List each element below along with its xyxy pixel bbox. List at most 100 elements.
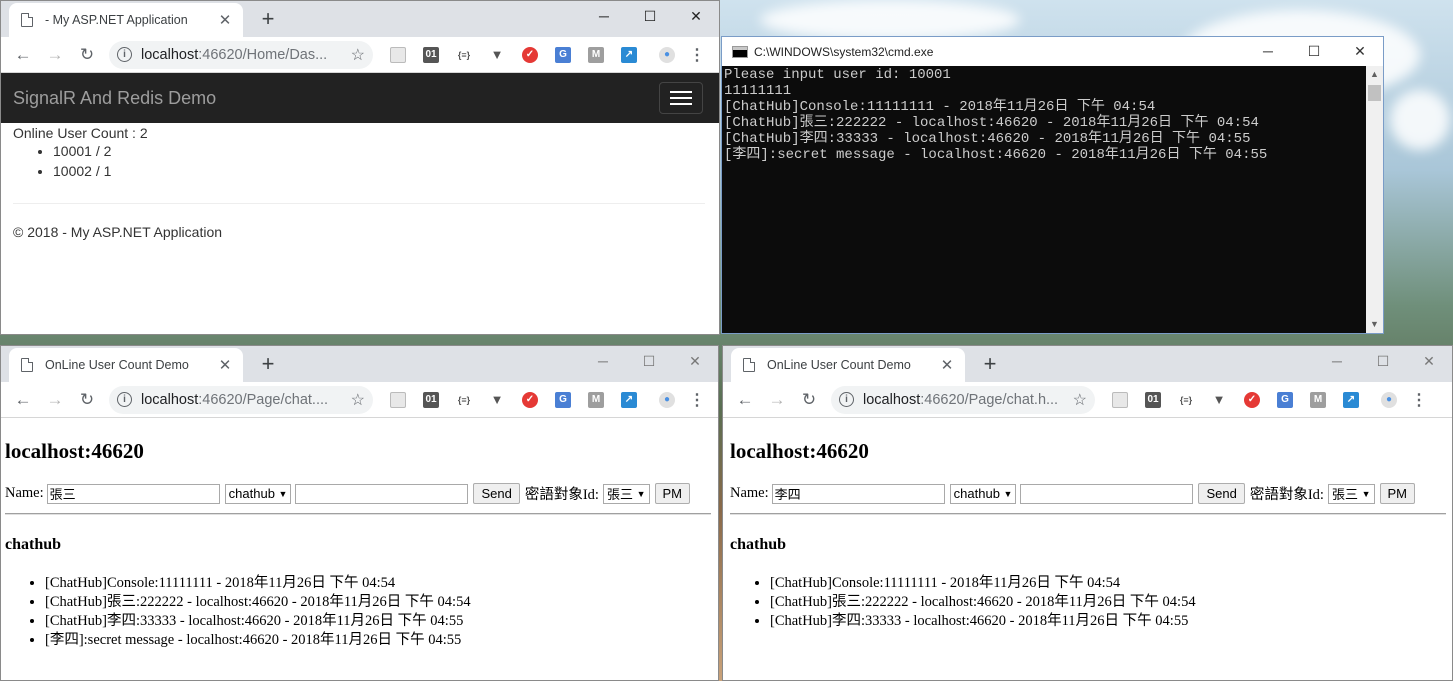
extension-json-icon[interactable]: {≡} [456, 47, 472, 63]
reload-icon[interactable]: ↻ [793, 390, 825, 410]
brand-link[interactable]: SignalR And Redis Demo [13, 88, 216, 109]
address-bar[interactable]: i localhost:46620/Page/chat.h... ☆ [831, 385, 1095, 414]
message-input[interactable] [295, 483, 469, 504]
extension-check-icon[interactable]: ✓ [522, 391, 538, 408]
bookmark-star-icon[interactable]: ☆ [351, 390, 365, 410]
back-icon[interactable]: ← [7, 45, 39, 65]
extension-grid-icon[interactable] [390, 391, 406, 408]
maximize-icon[interactable]: ☐ [1360, 346, 1406, 376]
reload-icon[interactable]: ↻ [71, 390, 103, 410]
scrollbar[interactable]: ▲ ▼ [1366, 66, 1383, 333]
online-users-panel: Online User Count : 2 10001 / 2 10002 / … [1, 123, 719, 183]
extension-vue-icon[interactable]: ▼ [1211, 392, 1227, 408]
console-output[interactable]: Please input user id: 10001 11111111 [Chat… [722, 66, 1366, 333]
tab-dashboard[interactable]: - My ASP.NET Application ✕ [9, 3, 243, 37]
back-icon[interactable]: ← [729, 390, 761, 410]
info-icon[interactable]: i [117, 392, 132, 407]
send-button[interactable]: Send [1198, 483, 1245, 504]
address-bar[interactable]: i localhost:46620/Home/Das... ☆ [109, 40, 373, 69]
extension-binary-icon[interactable]: 01 [423, 391, 439, 408]
window-controls: ─ ☐ ✕ [581, 1, 719, 31]
close-tab-icon[interactable]: ✕ [217, 356, 233, 374]
close-window-icon[interactable]: ✕ [673, 1, 719, 31]
hub-select[interactable]: chathub ▼ [949, 483, 1017, 504]
list-item: [ChatHub]張三:222222 - localhost:46620 - 2… [770, 593, 1448, 612]
close-window-icon[interactable]: ✕ [672, 346, 718, 376]
extension-binary-icon[interactable]: 01 [423, 46, 439, 63]
reload-icon[interactable]: ↻ [71, 45, 103, 65]
forward-icon[interactable]: → [761, 390, 793, 410]
extension-grid-icon[interactable] [390, 46, 406, 63]
close-window-icon[interactable]: ✕ [1406, 346, 1452, 376]
forward-icon[interactable]: → [39, 45, 71, 65]
scroll-down-icon[interactable]: ▼ [1366, 316, 1383, 333]
minimize-icon[interactable]: ─ [1314, 346, 1360, 376]
extension-m-icon[interactable]: M [588, 46, 604, 63]
maximize-icon[interactable]: ☐ [1291, 43, 1337, 60]
close-window-icon[interactable]: ✕ [1337, 43, 1383, 60]
pm-target-select[interactable]: 張三 ▼ [602, 483, 650, 504]
tab-title: OnLine User Count Demo [767, 358, 911, 372]
extension-binary-icon[interactable]: 01 [1145, 391, 1161, 408]
pm-target-select[interactable]: 張三 ▼ [1327, 483, 1375, 504]
browser-window-chat-2: OnLine User Count Demo ✕ + ─ ☐ ✕ ← → ↻ i… [722, 345, 1453, 681]
message-input[interactable] [1020, 483, 1194, 504]
new-tab-icon[interactable]: + [257, 350, 279, 378]
tab-chat[interactable]: OnLine User Count Demo ✕ [731, 348, 965, 382]
close-tab-icon[interactable]: ✕ [939, 356, 955, 374]
menu-kebab-icon[interactable]: ⋮ [689, 45, 705, 65]
minimize-icon[interactable]: ─ [580, 346, 626, 376]
name-input[interactable] [46, 483, 220, 504]
message-list: [ChatHub]Console:11111111 - 2018年11月26日 … [45, 574, 714, 650]
divider [5, 513, 711, 515]
extension-vue-icon[interactable]: ▼ [489, 392, 505, 408]
bookmark-star-icon[interactable]: ☆ [1073, 390, 1087, 410]
list-item: 10001 / 2 [53, 141, 707, 161]
send-button[interactable]: Send [473, 483, 520, 504]
hub-select[interactable]: chathub ▼ [224, 483, 292, 504]
extension-m-icon[interactable]: M [588, 391, 604, 408]
name-input[interactable] [771, 483, 945, 504]
console-line: [ChatHub]張三:222222 - localhost:46620 - 2… [724, 115, 1259, 131]
scroll-thumb[interactable] [1368, 85, 1381, 101]
navbar: SignalR And Redis Demo [1, 73, 719, 123]
new-tab-icon[interactable]: + [979, 350, 1001, 378]
hamburger-menu-icon[interactable] [659, 82, 703, 114]
profile-avatar-icon[interactable]: ● [659, 391, 675, 408]
info-icon[interactable]: i [839, 392, 854, 407]
new-tab-icon[interactable]: + [257, 5, 279, 33]
minimize-icon[interactable]: ─ [581, 1, 627, 31]
extension-translate-icon[interactable]: G [1277, 391, 1293, 408]
extension-vue-icon[interactable]: ▼ [489, 47, 505, 63]
extension-arrow-icon[interactable]: ↗ [621, 46, 637, 63]
extension-m-icon[interactable]: M [1310, 391, 1326, 408]
profile-avatar-icon[interactable]: ● [1381, 391, 1397, 408]
extension-json-icon[interactable]: {≡} [456, 392, 472, 408]
pm-button[interactable]: PM [654, 483, 691, 504]
extension-arrow-icon[interactable]: ↗ [621, 391, 637, 408]
divider [730, 513, 1446, 515]
chat-panel: localhost:46620 Name: chathub ▼ Send 密語對… [723, 439, 1452, 631]
maximize-icon[interactable]: ☐ [627, 1, 673, 31]
extension-check-icon[interactable]: ✓ [1244, 391, 1260, 408]
extension-grid-icon[interactable] [1112, 391, 1128, 408]
address-bar[interactable]: i localhost:46620/Page/chat.... ☆ [109, 385, 373, 414]
extension-translate-icon[interactable]: G [555, 391, 571, 408]
close-tab-icon[interactable]: ✕ [217, 11, 233, 29]
scroll-up-icon[interactable]: ▲ [1366, 66, 1383, 83]
profile-avatar-icon[interactable]: ● [659, 46, 675, 63]
extension-json-icon[interactable]: {≡} [1178, 392, 1194, 408]
back-icon[interactable]: ← [7, 390, 39, 410]
info-icon[interactable]: i [117, 47, 132, 62]
minimize-icon[interactable]: ─ [1245, 43, 1291, 60]
extension-translate-icon[interactable]: G [555, 46, 571, 63]
menu-kebab-icon[interactable]: ⋮ [1411, 390, 1427, 410]
forward-icon[interactable]: → [39, 390, 71, 410]
tab-chat[interactable]: OnLine User Count Demo ✕ [9, 348, 243, 382]
extension-check-icon[interactable]: ✓ [522, 46, 538, 63]
pm-button[interactable]: PM [1379, 483, 1416, 504]
extension-arrow-icon[interactable]: ↗ [1343, 391, 1359, 408]
maximize-icon[interactable]: ☐ [626, 346, 672, 376]
bookmark-star-icon[interactable]: ☆ [351, 45, 365, 65]
menu-kebab-icon[interactable]: ⋮ [689, 390, 705, 410]
